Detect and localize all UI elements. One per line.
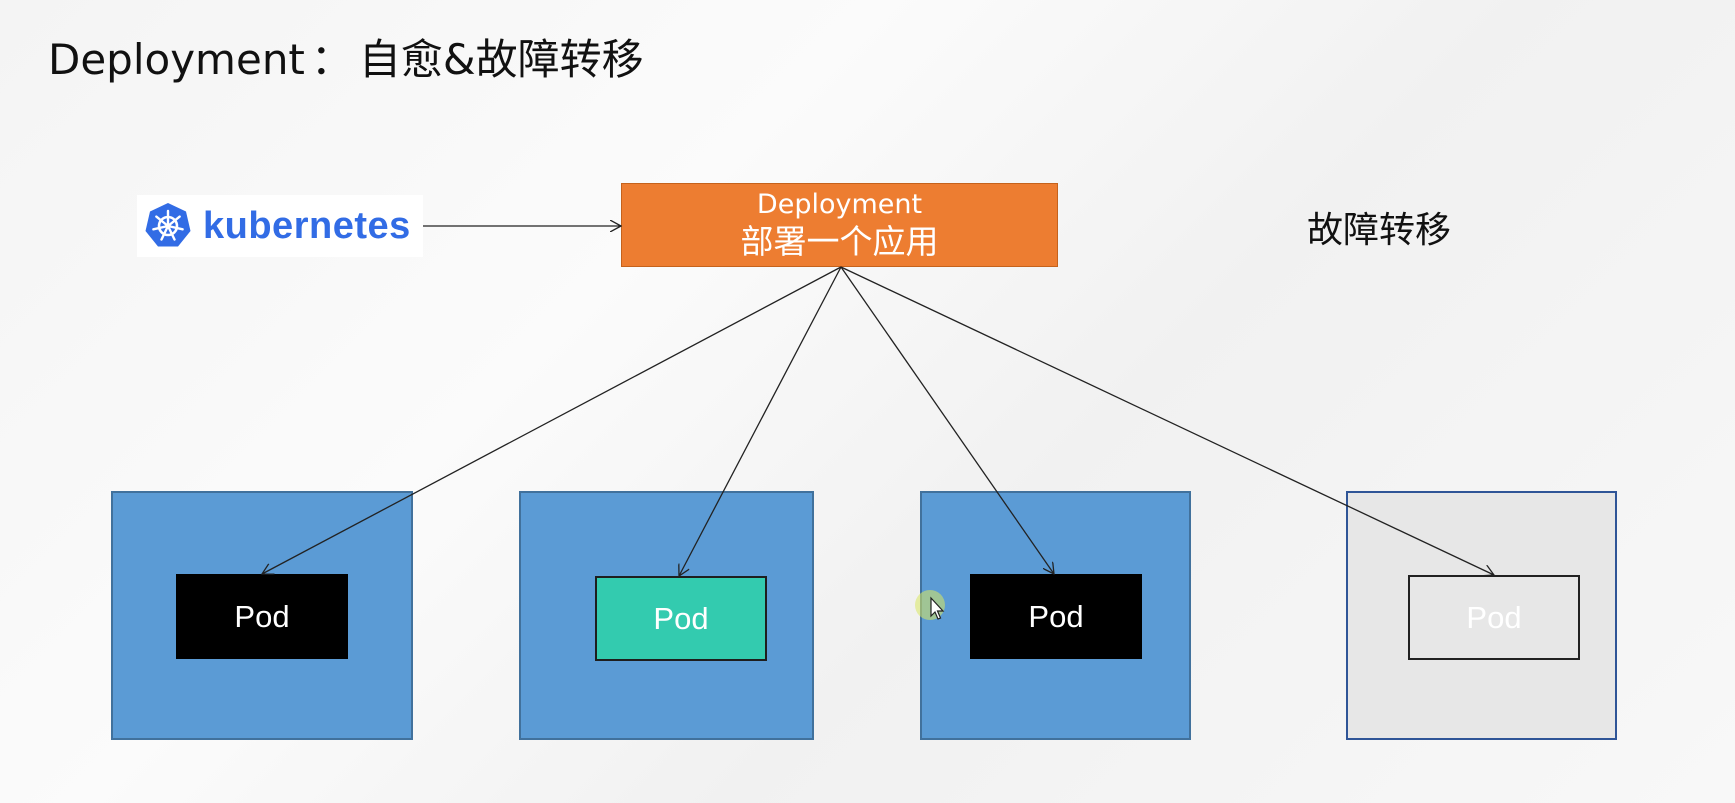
node-3: Pod — [920, 491, 1191, 740]
pod-4-failed: Pod — [1408, 575, 1580, 660]
title-main: Deployment — [48, 35, 305, 84]
pod-2-healed: Pod — [595, 576, 767, 661]
kubernetes-logo: kubernetes — [137, 195, 423, 257]
title-separator: ： — [310, 35, 353, 84]
pod-3: Pod — [970, 574, 1142, 659]
logo-text: kubernetes — [203, 204, 411, 247]
deployment-subtitle: 部署一个应用 — [740, 222, 939, 261]
title-sub: 自愈&故障转移 — [358, 35, 644, 84]
mouse-pointer-icon — [915, 590, 945, 620]
deployment-box: Deployment 部署一个应用 — [621, 183, 1058, 267]
kubernetes-helm-icon — [145, 203, 191, 247]
pod-1: Pod — [176, 574, 348, 659]
node-2: Pod — [519, 491, 814, 740]
node-4-failed: Pod — [1346, 491, 1617, 740]
page-title: Deployment：自愈&故障转移 — [48, 26, 644, 87]
failover-label: 故障转移 — [1307, 210, 1452, 251]
deployment-title: Deployment — [756, 189, 923, 220]
node-1: Pod — [111, 491, 413, 740]
